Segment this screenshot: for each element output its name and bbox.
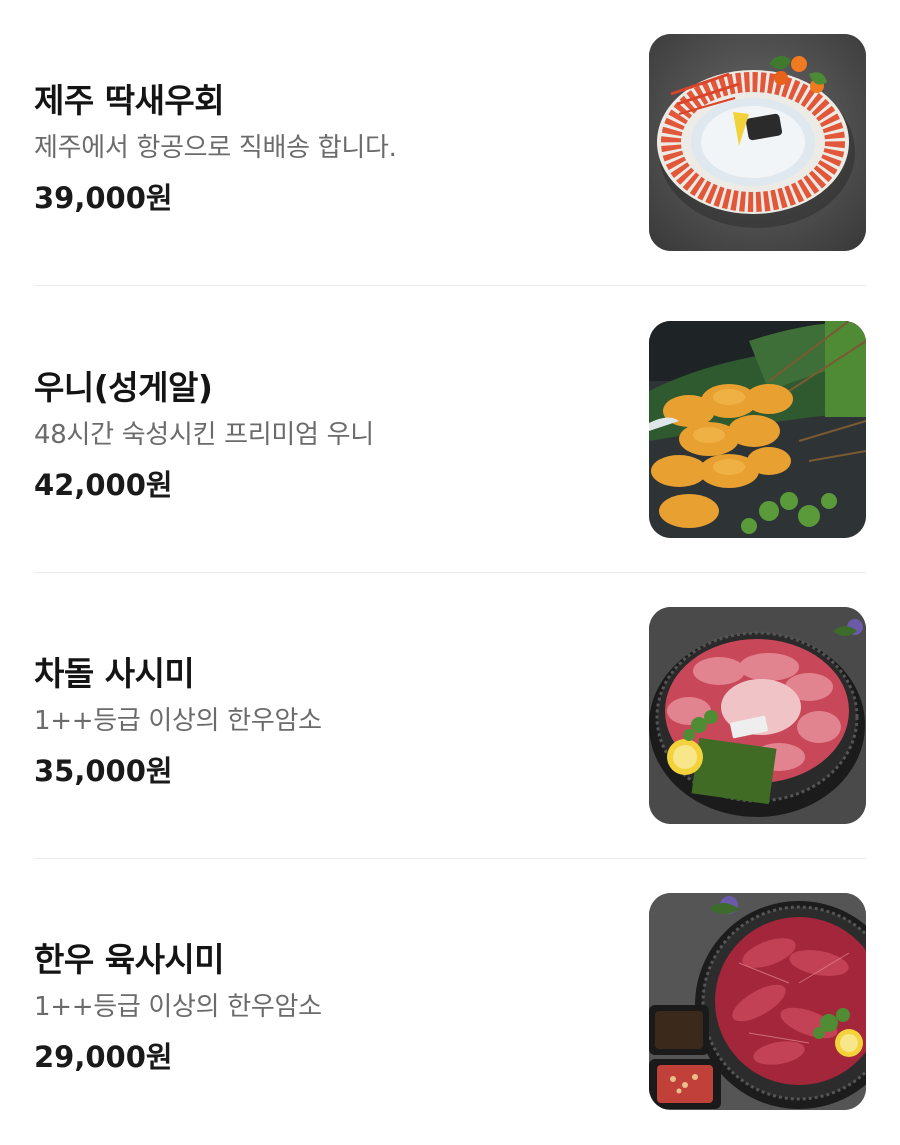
brisket-platter-image [649, 607, 866, 824]
menu-item-price: 39,000원 [34, 181, 173, 215]
menu-item-name: 우니(성게알) [34, 368, 213, 407]
divider [34, 285, 866, 286]
yuk-sashimi-platter-image [649, 893, 866, 1110]
menu-item-text: 차돌 사시미 1++등급 이상의 한우암소 35,000원 [34, 573, 624, 859]
menu-item-description: 제주에서 항공으로 직배송 합니다. [34, 133, 397, 163]
menu-item-description: 48시간 숙성시킨 프리미엄 우니 [34, 420, 374, 450]
menu-item-price: 29,000원 [34, 1040, 173, 1074]
menu-item-text: 한우 육사시미 1++등급 이상의 한우암소 29,000원 [34, 859, 624, 1145]
menu-item-text: 우니(성게알) 48시간 숙성시킨 프리미엄 우니 42,000원 [34, 287, 624, 573]
menu-item-hanwoo-yuk-sashimi[interactable]: 한우 육사시미 1++등급 이상의 한우암소 29,000원 [0, 859, 900, 1145]
menu-item-photo[interactable] [649, 893, 866, 1110]
menu-item-photo[interactable] [649, 607, 866, 824]
menu-item-price: 35,000원 [34, 754, 173, 788]
menu-item-name: 한우 육사시미 [34, 940, 225, 979]
menu-list: 제주 딱새우회 제주에서 항공으로 직배송 합니다. 39,000원 우니(성게… [0, 0, 900, 1141]
menu-item-brisket-sashimi[interactable]: 차돌 사시미 1++등급 이상의 한우암소 35,000원 [0, 573, 900, 859]
menu-item-jeju-shrimp[interactable]: 제주 딱새우회 제주에서 항공으로 직배송 합니다. 39,000원 [0, 0, 900, 286]
menu-item-name: 제주 딱새우회 [34, 81, 225, 120]
menu-item-description: 1++등급 이상의 한우암소 [34, 706, 322, 736]
menu-item-photo[interactable] [649, 321, 866, 538]
menu-item-photo[interactable] [649, 34, 866, 251]
menu-item-sea-urchin[interactable]: 우니(성게알) 48시간 숙성시킨 프리미엄 우니 42,000원 [0, 287, 900, 573]
menu-item-price: 42,000원 [34, 468, 173, 502]
menu-item-name: 차돌 사시미 [34, 654, 195, 693]
menu-item-text: 제주 딱새우회 제주에서 항공으로 직배송 합니다. 39,000원 [34, 0, 624, 286]
menu-item-description: 1++등급 이상의 한우암소 [34, 992, 322, 1022]
sea-urchin-image [649, 321, 866, 538]
shrimp-platter-image [649, 34, 866, 251]
